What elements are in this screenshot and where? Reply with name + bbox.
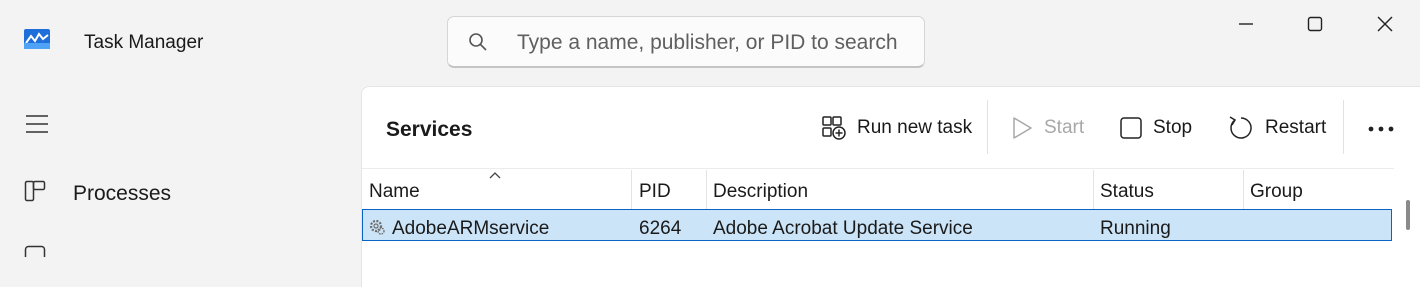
column-header-status[interactable]: Status [1100, 181, 1154, 203]
app-title: Task Manager [84, 32, 204, 53]
cell-status: Running [1100, 218, 1171, 239]
column-divider[interactable] [631, 170, 632, 210]
cell-description: Adobe Acrobat Update Service [713, 218, 973, 239]
stop-label: Stop [1153, 117, 1193, 138]
performance-icon[interactable] [24, 245, 46, 257]
stop-icon [1120, 117, 1142, 139]
run-new-task-icon [822, 116, 846, 140]
close-icon [1377, 16, 1393, 32]
run-new-task-label: Run new task [857, 117, 973, 138]
table-header [362, 168, 1394, 209]
play-icon [1013, 117, 1032, 139]
restart-icon [1229, 116, 1252, 139]
processes-icon [24, 180, 46, 202]
search-input[interactable]: Type a name, publisher, or PID to search [517, 31, 898, 55]
restart-label: Restart [1265, 117, 1327, 138]
more-icon[interactable] [1368, 126, 1394, 132]
start-label: Start [1044, 117, 1085, 138]
column-divider[interactable] [1243, 170, 1244, 210]
close-button[interactable] [1363, 6, 1407, 42]
column-header-group[interactable]: Group [1250, 181, 1303, 203]
run-new-task-button[interactable]: Run new task [821, 111, 972, 145]
start-button[interactable]: Start [1010, 111, 1084, 145]
stop-button[interactable]: Stop [1119, 111, 1192, 145]
column-header-pid[interactable]: PID [639, 181, 671, 203]
column-divider[interactable] [706, 170, 707, 210]
sort-ascending-icon [489, 172, 501, 179]
column-divider[interactable] [1093, 170, 1094, 210]
column-header-description[interactable]: Description [713, 181, 808, 203]
cell-pid: 6264 [639, 218, 682, 239]
search-icon [469, 33, 487, 51]
maximize-button[interactable] [1293, 6, 1337, 42]
service-gear-icon [369, 219, 385, 235]
toolbar-divider [987, 100, 988, 154]
cell-name: AdobeARMservice [392, 218, 550, 239]
maximize-icon [1307, 16, 1323, 32]
page-title: Services [386, 118, 473, 141]
nav-item-processes-label: Processes [73, 182, 172, 205]
task-manager-app-icon [24, 29, 50, 49]
toolbar-divider [1343, 100, 1344, 154]
vertical-scrollbar[interactable] [1406, 200, 1410, 230]
search-box[interactable]: Type a name, publisher, or PID to search [447, 16, 925, 68]
minimize-button[interactable] [1224, 6, 1268, 42]
restart-button[interactable]: Restart [1227, 111, 1326, 145]
minimize-icon [1239, 23, 1253, 25]
hamburger-icon[interactable] [25, 112, 49, 136]
column-header-name[interactable]: Name [369, 181, 420, 203]
